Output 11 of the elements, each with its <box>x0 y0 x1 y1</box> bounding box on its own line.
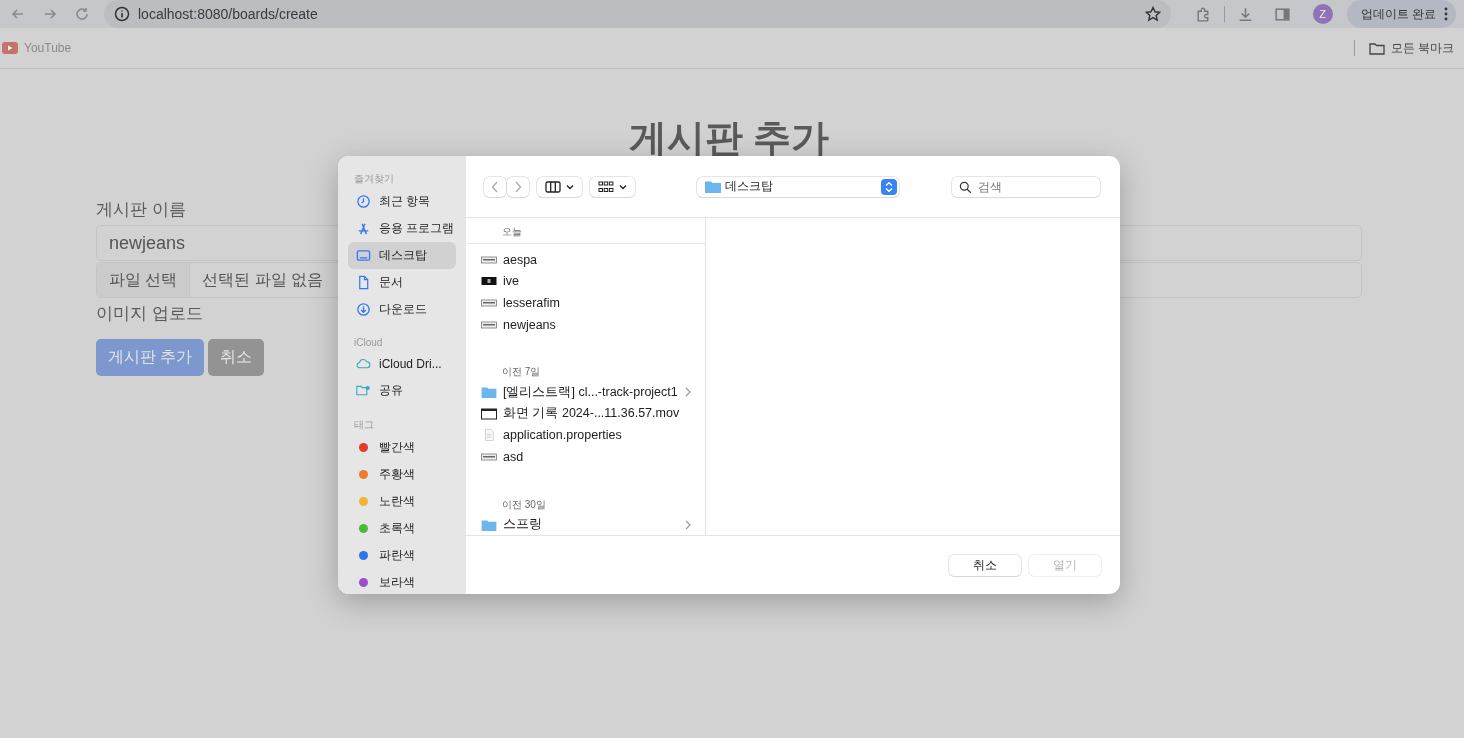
page-title: 게시판 추가 <box>627 116 831 161</box>
field-label: 게시판 이름 <box>96 199 186 221</box>
file-status: 선택된 파일 없음 <box>201 269 325 290</box>
group-heading: 이전 7일 <box>501 365 542 380</box>
url-text: localhost:8080/boards/create <box>138 6 319 22</box>
field-label: 이미지 업로드 <box>96 303 203 325</box>
sidebar-heading: 태그 <box>354 418 375 432</box>
group-heading: 이전 30일 <box>501 497 547 512</box>
sidebar-heading: 즐겨찾기 <box>354 172 395 186</box>
group-heading: 오늘 <box>466 218 705 244</box>
sidebar-heading: iCloud <box>354 337 384 348</box>
